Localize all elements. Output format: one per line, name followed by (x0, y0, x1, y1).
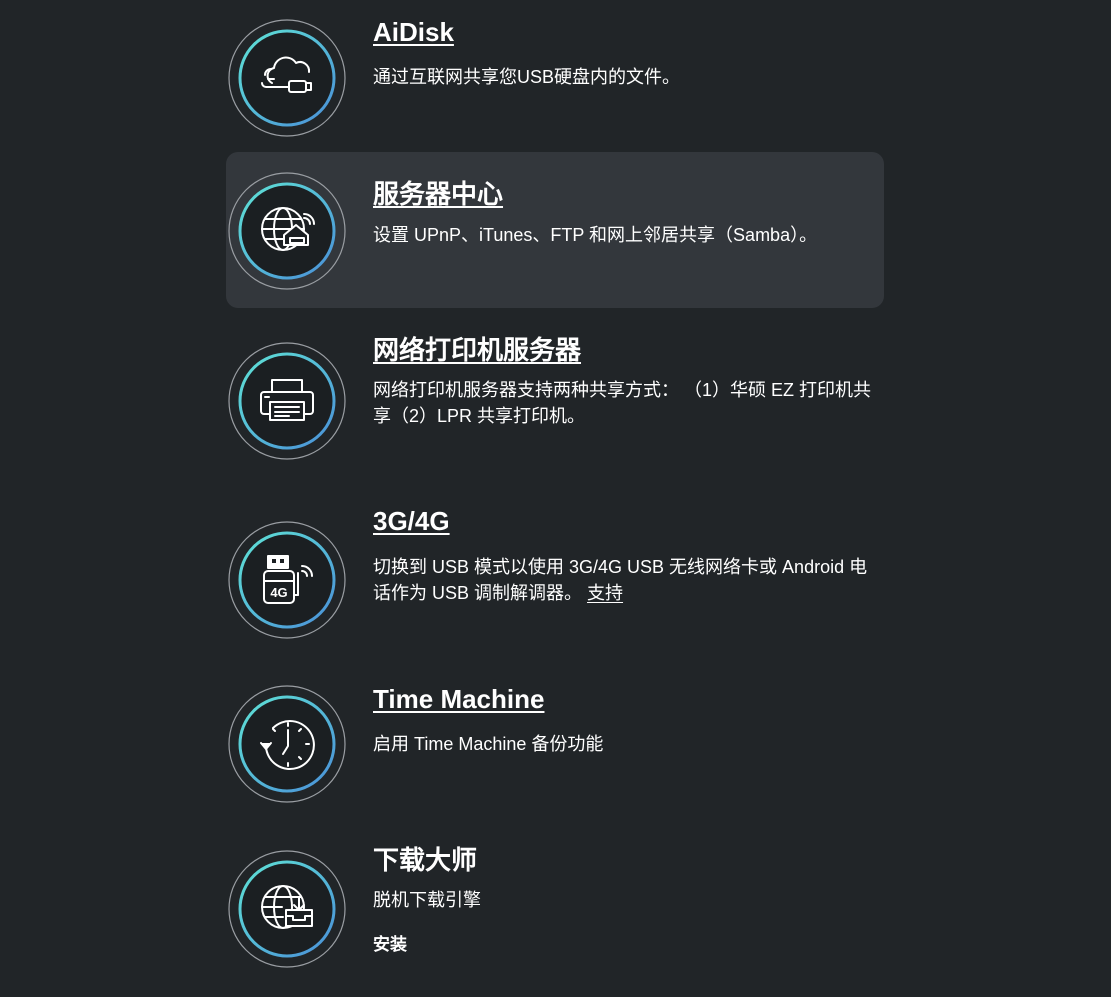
list-item-time-machine[interactable]: Time Machine 启用 Time Machine 备份功能 (226, 658, 884, 828)
item-title-network-printer-server[interactable]: 网络打印机服务器 (373, 330, 581, 367)
list-item-aidisk[interactable]: AiDisk 通过互联网共享您USB硬盘内的文件。 (226, 0, 884, 152)
item-title-download-master: 下载大师 (373, 845, 478, 875)
globe-download-icon[interactable] (228, 850, 346, 968)
item-title-time-machine[interactable]: Time Machine (373, 684, 544, 715)
item-title-3g4g[interactable]: 3G/4G (373, 506, 450, 537)
clock-backup-icon[interactable] (228, 685, 346, 803)
cloud-usb-icon[interactable] (228, 19, 346, 137)
item-desc-aidisk: 通过互联网共享您USB硬盘内的文件。 (373, 67, 681, 87)
item-title-aidisk[interactable]: AiDisk (373, 17, 454, 48)
item-desc-network-printer-server: 网络打印机服务器支持两种共享方式： （1）华硕 EZ 打印机共享（2）LPR 共… (373, 380, 872, 426)
list-item-download-master[interactable]: 下载大师 脱机下载引擎 安装 (226, 828, 884, 997)
install-button[interactable]: 安装 (373, 930, 407, 955)
item-title-server-center[interactable]: 服务器中心 (373, 174, 503, 211)
printer-icon[interactable] (228, 342, 346, 460)
list-item-3g4g[interactable]: 4G 3G/4G 切换到 USB 模式以使用 3G/4G USB 无线网络卡或 … (226, 478, 884, 658)
item-desc-time-machine: 启用 Time Machine 备份功能 (373, 734, 604, 754)
item-desc-download-master: 脱机下载引擎 (373, 890, 481, 910)
globe-home-server-icon[interactable] (228, 172, 346, 290)
badge-4g-text: 4G (270, 585, 287, 600)
item-desc-3g4g: 切换到 USB 模式以使用 3G/4G USB 无线网络卡或 Android 电… (373, 554, 873, 606)
usb-4g-modem-icon[interactable]: 4G (228, 521, 346, 639)
list-item-network-printer-server[interactable]: 网络打印机服务器 网络打印机服务器支持两种共享方式： （1）华硕 EZ 打印机共… (226, 308, 884, 478)
support-link[interactable]: 支持 (587, 583, 623, 603)
item-desc-server-center: 设置 UPnP、iTunes、FTP 和网上邻居共享（Samba）。 (373, 225, 818, 245)
list-item-server-center[interactable]: 服务器中心 设置 UPnP、iTunes、FTP 和网上邻居共享（Samba）。 (226, 152, 884, 308)
